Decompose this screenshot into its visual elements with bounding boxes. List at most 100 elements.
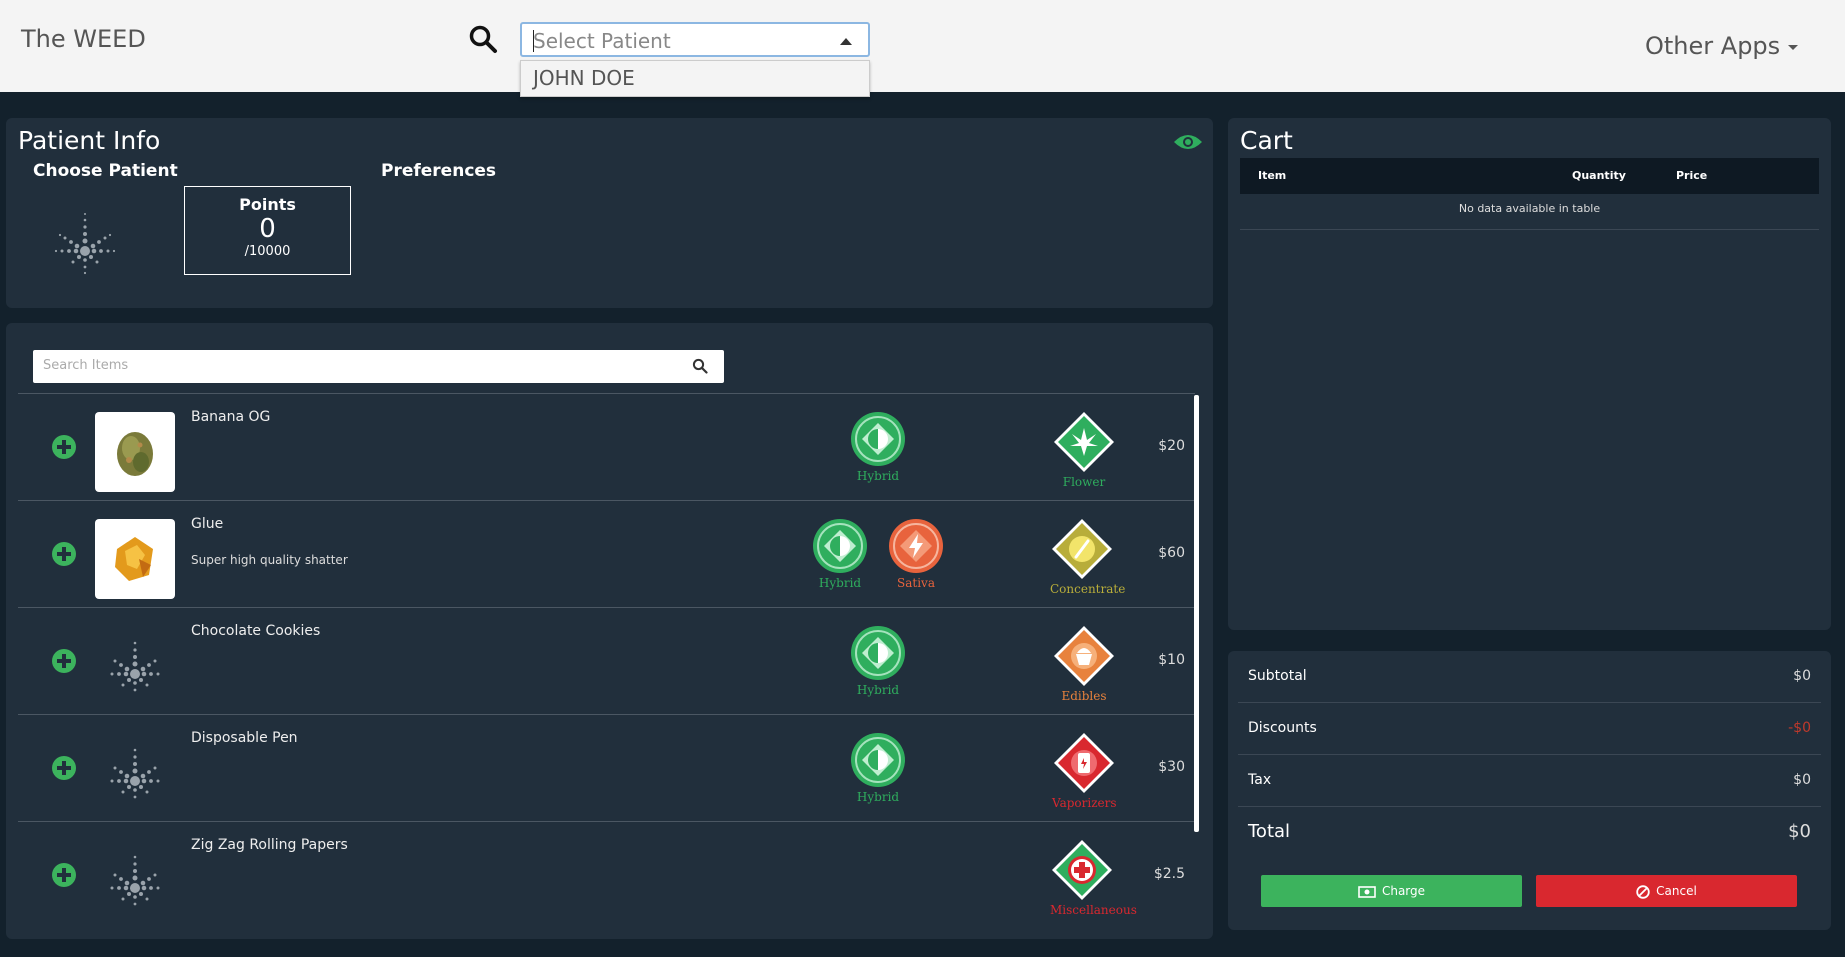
plus-circle-icon[interactable] <box>51 541 77 567</box>
eye-icon[interactable] <box>1173 132 1203 152</box>
category-badge-flower: Flower <box>1052 410 1116 489</box>
item-name: Banana OG <box>191 409 271 425</box>
points-max: /10000 <box>244 244 291 259</box>
category-label: Miscellaneous <box>1050 903 1137 917</box>
concentrate-category-icon <box>1052 519 1112 579</box>
column-header-price[interactable]: Price <box>1676 169 1707 182</box>
dropdown-option-john-doe[interactable]: JOHN DOE <box>533 66 635 90</box>
category-badge-edibles: Edibles <box>1052 624 1116 703</box>
strain-badge-hybrid: Hybrid <box>846 731 910 804</box>
ban-icon <box>1636 884 1650 899</box>
subtotal-value: $0 <box>1793 668 1811 684</box>
item-row: Banana OG Hybrid Flower $20 <box>18 393 1195 500</box>
total-value: $0 <box>1788 821 1811 842</box>
item-name: Zig Zag Rolling Papers <box>191 837 348 853</box>
items-panel: Search Items Banana OG Hybrid Flower $20 <box>6 323 1213 939</box>
strain-badge-hybrid: Hybrid <box>846 410 910 483</box>
cancel-label: Cancel <box>1656 884 1697 898</box>
cannabis-leaf-placeholder-icon[interactable] <box>95 626 175 706</box>
sativa-icon <box>889 519 943 573</box>
charge-button[interactable]: Charge <box>1261 875 1522 907</box>
flower-category-icon <box>1054 412 1114 472</box>
tax-row: Tax $0 <box>1238 755 1821 807</box>
subtotal-label: Subtotal <box>1248 668 1307 684</box>
category-badge-vaporizers: Vaporizers <box>1052 731 1117 810</box>
patient-dropdown: JOHN DOE <box>520 60 870 97</box>
plus-circle-icon[interactable] <box>51 755 77 781</box>
item-price: $60 <box>1158 545 1185 561</box>
hybrid-icon <box>851 412 905 466</box>
category-label: Flower <box>1062 475 1106 489</box>
column-header-item[interactable]: Item <box>1258 169 1286 182</box>
cannabis-leaf-placeholder-icon[interactable] <box>95 840 175 920</box>
item-row: Zig Zag Rolling Papers Miscellaneous $2.… <box>18 821 1195 928</box>
strain-label: Sativa <box>897 576 935 590</box>
tax-value: $0 <box>1793 772 1811 788</box>
subtotal-row: Subtotal $0 <box>1238 651 1821 703</box>
item-list-scrollbar[interactable] <box>1194 395 1199 832</box>
choose-patient-label: Choose Patient <box>33 161 178 181</box>
hybrid-icon <box>851 733 905 787</box>
item-row: Disposable Pen Hybrid Vaporizers $30 <box>18 714 1195 821</box>
strain-label: Hybrid <box>856 790 900 804</box>
item-image-banana-og[interactable] <box>95 412 175 492</box>
cannabis-leaf-placeholder-icon[interactable] <box>95 733 175 813</box>
miscellaneous-category-icon <box>1052 840 1112 900</box>
preferences-label: Preferences <box>381 161 497 181</box>
cart-title: Cart <box>1240 126 1293 155</box>
charge-label: Charge <box>1381 884 1426 898</box>
caret-up-icon[interactable] <box>840 38 852 45</box>
search-icon[interactable] <box>692 358 708 374</box>
discounts-label: Discounts <box>1248 720 1317 736</box>
points-value: 0 <box>259 214 276 244</box>
other-apps-label: Other Apps <box>1645 32 1781 60</box>
cancel-button[interactable]: Cancel <box>1536 875 1797 907</box>
plus-circle-icon[interactable] <box>51 862 77 888</box>
edibles-category-icon <box>1054 626 1114 686</box>
hybrid-icon <box>813 519 867 573</box>
tax-label: Tax <box>1248 772 1272 788</box>
item-row: Glue Super high quality shatter Hybrid S… <box>18 500 1195 607</box>
patient-select-placeholder: Select Patient <box>533 29 671 53</box>
item-search-placeholder: Search Items <box>43 358 129 373</box>
cannabis-leaf-placeholder-icon[interactable] <box>45 203 125 283</box>
item-image-glue[interactable] <box>95 519 175 599</box>
strain-badge-sativa: Sativa <box>884 517 948 590</box>
patient-select[interactable]: Select Patient <box>520 22 870 57</box>
item-name: Glue <box>191 516 224 532</box>
points-card: Points 0 /10000 <box>184 186 351 275</box>
search-icon[interactable] <box>468 24 498 54</box>
item-name: Disposable Pen <box>191 730 298 746</box>
cart-panel: Cart Item Quantity Price No data availab… <box>1228 118 1831 630</box>
patient-info-panel: Patient Info Choose Patient Preferences … <box>6 118 1213 308</box>
column-header-quantity[interactable]: Quantity <box>1572 169 1626 182</box>
item-row: Chocolate Cookies Hybrid Edibles $10 <box>18 607 1195 714</box>
total-row: Total $0 <box>1238 807 1821 859</box>
category-badge-miscellaneous: Miscellaneous <box>1050 838 1137 917</box>
points-label: Points <box>239 195 296 214</box>
discounts-value: -$0 <box>1788 720 1811 736</box>
other-apps-menu[interactable]: Other Apps <box>1645 32 1799 60</box>
plus-circle-icon[interactable] <box>51 434 77 460</box>
strain-label: Hybrid <box>856 469 900 483</box>
item-description: Super high quality shatter <box>191 553 348 567</box>
strain-badge-hybrid: Hybrid <box>808 517 872 590</box>
cart-table-header: Item Quantity Price <box>1240 158 1819 194</box>
discounts-row: Discounts -$0 <box>1238 703 1821 755</box>
hybrid-icon <box>851 626 905 680</box>
text-cursor <box>533 30 534 52</box>
plus-circle-icon[interactable] <box>51 648 77 674</box>
cart-empty-message: No data available in table <box>1240 202 1819 230</box>
item-list: Banana OG Hybrid Flower $20 Glue Super h… <box>18 393 1195 928</box>
totals-panel: Subtotal $0 Discounts -$0 Tax $0 Total $… <box>1228 651 1831 930</box>
category-label: Vaporizers <box>1052 796 1117 810</box>
item-price: $30 <box>1158 759 1185 775</box>
item-price: $10 <box>1158 652 1185 668</box>
strain-badge-hybrid: Hybrid <box>846 624 910 697</box>
category-label: Edibles <box>1061 689 1107 703</box>
brand-title[interactable]: The WEED <box>21 25 146 53</box>
item-search-input[interactable]: Search Items <box>33 350 724 383</box>
top-navbar: The WEED Select Patient JOHN DOE Other A… <box>0 0 1845 97</box>
money-icon <box>1358 885 1376 898</box>
strain-label: Hybrid <box>856 683 900 697</box>
